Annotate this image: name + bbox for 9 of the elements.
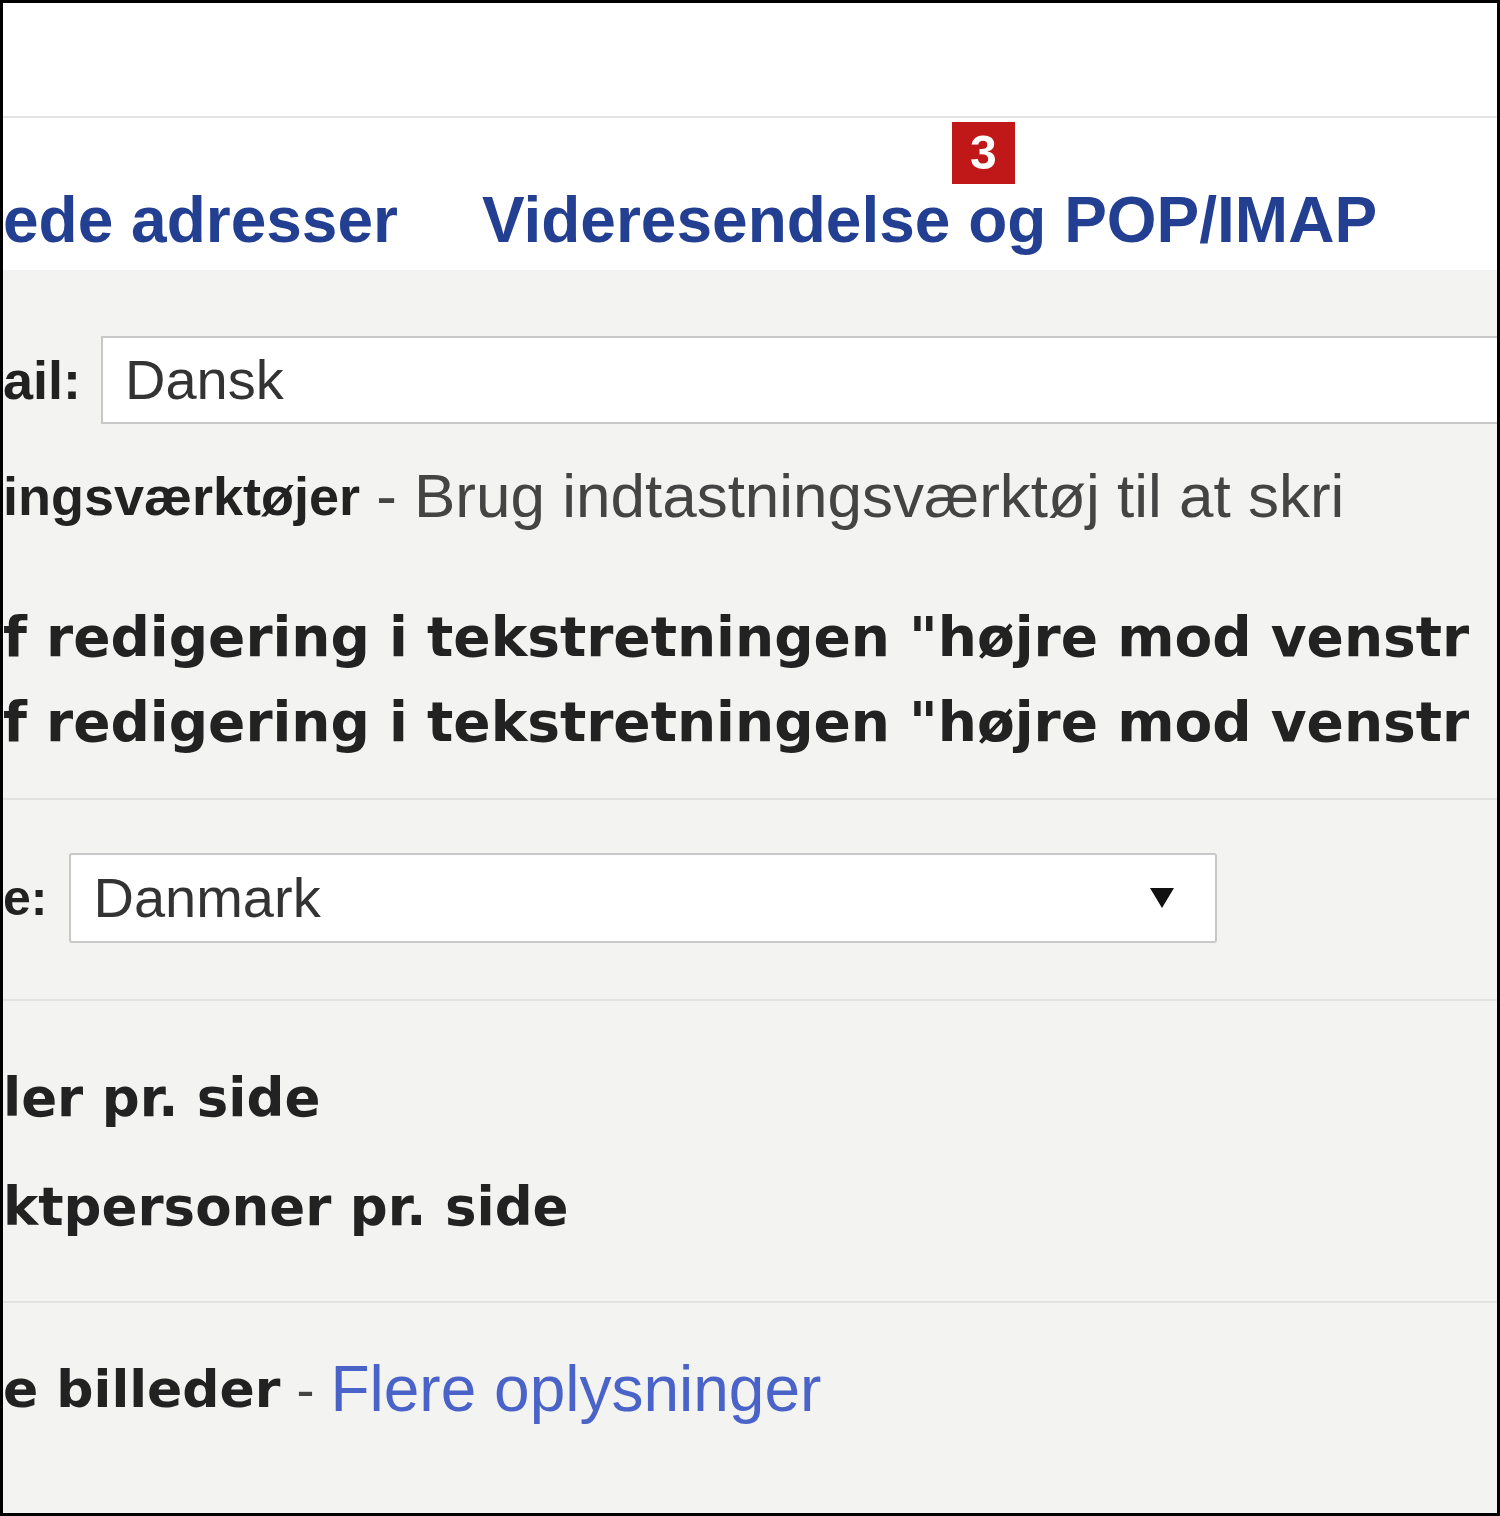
setting-label: e: <box>3 873 48 923</box>
setting-label: e billeder <box>3 1363 281 1415</box>
count-badge: 3 <box>951 122 1015 184</box>
language-field[interactable]: Dansk <box>101 336 1497 424</box>
separator-text: - <box>296 1362 315 1416</box>
dropdown-arrow-icon <box>1149 886 1176 910</box>
settings-tab[interactable]: ede adresser <box>3 188 398 252</box>
country-dropdown[interactable]: Danmark <box>69 853 1218 943</box>
setting-label: ail: <box>3 353 82 407</box>
